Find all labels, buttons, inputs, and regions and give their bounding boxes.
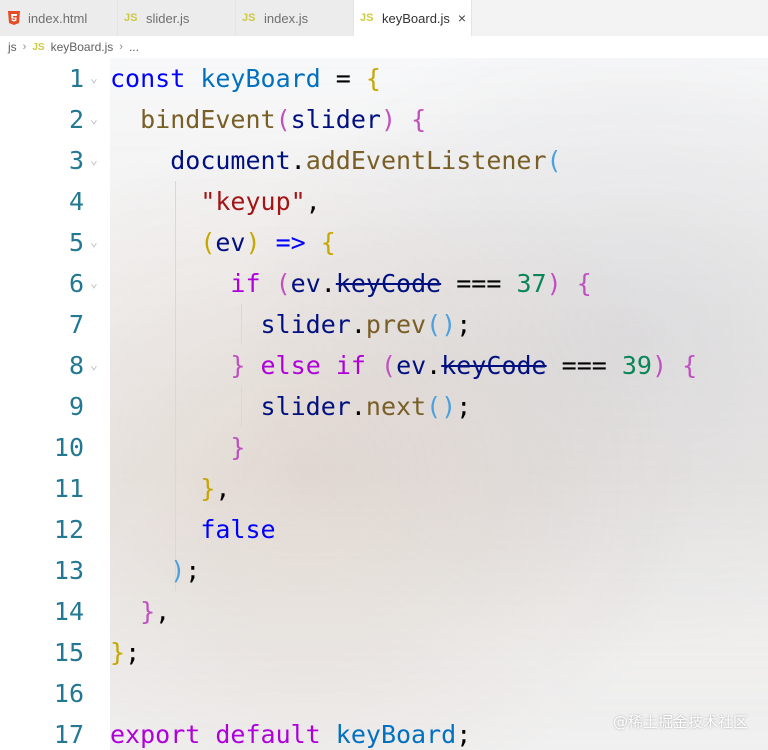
line-number: 2 [68, 105, 84, 134]
line-number: 3 [68, 146, 84, 175]
code-text: }; [110, 638, 141, 667]
code-line: 4 "keyup", [0, 181, 768, 222]
editor-tabs: index.html JS slider.js JS index.js JS k… [0, 0, 768, 36]
code-line: 3 ⌄ document.addEventListener( [0, 140, 768, 181]
line-number: 13 [53, 556, 84, 585]
code-text: bindEvent(slider) { [140, 105, 427, 134]
line-number: 6 [68, 269, 84, 298]
tab-slider-js[interactable]: JS slider.js [118, 0, 236, 36]
code-line: 12 false [0, 509, 768, 550]
code-line: 2 ⌄ bindEvent(slider) { [0, 99, 768, 140]
fold-chevron-icon[interactable]: ⌄ [90, 112, 98, 127]
chevron-right-icon: › [22, 41, 27, 53]
js-icon: JS [360, 12, 374, 24]
code-line: 10 } [0, 427, 768, 468]
code-line: 13 ); [0, 550, 768, 591]
line-number: 9 [68, 392, 84, 421]
code-text: ); [170, 556, 201, 585]
code-text: document.addEventListener( [170, 146, 562, 175]
code-text: }, [140, 597, 171, 626]
code-line: 16 [0, 673, 768, 714]
code-text: (ev) => { [200, 228, 336, 257]
line-number: 1 [68, 64, 84, 93]
code-text: "keyup", [200, 187, 321, 216]
js-icon: JS [32, 41, 45, 53]
code-line: 15 }; [0, 632, 768, 673]
tab-keyboard-js[interactable]: JS keyBoard.js × [354, 0, 472, 36]
code-text: } else if (ev.keyCode === 39) { [230, 351, 698, 380]
breadcrumb: js › JS keyBoard.js › ... [0, 36, 768, 58]
breadcrumb-file[interactable]: keyBoard.js [51, 40, 114, 54]
fold-chevron-icon[interactable]: ⌄ [90, 235, 98, 250]
fold-chevron-icon[interactable]: ⌄ [90, 153, 98, 168]
html5-icon [6, 10, 22, 26]
code-text: } [230, 433, 246, 462]
breadcrumb-ellipsis[interactable]: ... [129, 40, 139, 54]
tab-label: keyBoard.js [382, 10, 450, 26]
code-line: 8 ⌄ } else if (ev.keyCode === 39) { [0, 345, 768, 386]
line-number: 16 [53, 679, 84, 708]
code-line: 14 }, [0, 591, 768, 632]
close-icon[interactable]: × [458, 10, 466, 26]
code-line: 9 slider.next(); [0, 386, 768, 427]
js-icon: JS [124, 12, 138, 24]
code-line: 1 ⌄ const keyBoard = { [0, 58, 768, 99]
chevron-right-icon: › [119, 41, 123, 53]
code-line: 7 slider.prev(); [0, 304, 768, 345]
line-number: 15 [53, 638, 84, 667]
code-text: false [200, 515, 276, 544]
fold-chevron-icon[interactable]: ⌄ [90, 358, 98, 373]
code-text: }, [200, 474, 231, 503]
tab-index-html[interactable]: index.html [0, 0, 118, 36]
line-number: 5 [68, 228, 84, 257]
tab-index-js[interactable]: JS index.js [236, 0, 354, 36]
line-number: 14 [53, 597, 84, 626]
code-editor[interactable]: 1 ⌄ const keyBoard = { 2 ⌄ bindEvent(sli… [0, 58, 768, 750]
watermark: @稀土掘金技术社区 [612, 713, 748, 731]
line-number: 12 [53, 515, 84, 544]
line-number: 7 [68, 310, 84, 339]
fold-chevron-icon[interactable]: ⌄ [90, 276, 98, 291]
line-number: 11 [53, 474, 84, 503]
line-number: 4 [68, 187, 84, 216]
code-text: if (ev.keyCode === 37) { [230, 269, 592, 298]
js-icon: JS [242, 12, 256, 24]
line-number: 17 [53, 720, 84, 749]
tab-label: index.html [28, 10, 88, 26]
fold-chevron-icon[interactable]: ⌄ [90, 71, 98, 86]
line-number: 10 [53, 433, 84, 462]
code-text: const keyBoard = { [110, 64, 381, 93]
code-text: export default keyBoard; [110, 720, 472, 749]
code-text: slider.prev(); [260, 310, 472, 339]
code-line: 5 ⌄ (ev) => { [0, 222, 768, 263]
line-number: 8 [68, 351, 84, 380]
tab-label: slider.js [146, 10, 190, 26]
tab-label: index.js [264, 10, 309, 26]
code-line: 11 }, [0, 468, 768, 509]
breadcrumb-folder[interactable]: js [8, 40, 17, 54]
code-text: slider.next(); [260, 392, 472, 421]
code-line: 6 ⌄ if (ev.keyCode === 37) { [0, 263, 768, 304]
